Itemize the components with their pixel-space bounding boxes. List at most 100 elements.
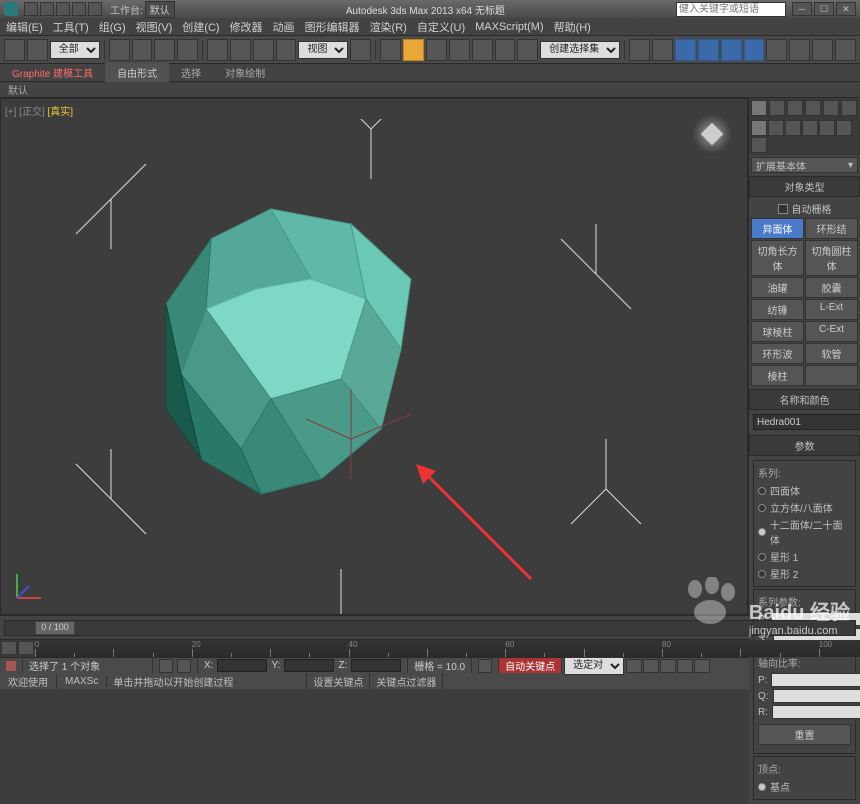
track-ruler[interactable]: 020406080100 [35, 640, 860, 657]
next-frame[interactable] [677, 659, 693, 673]
object-type-button-10[interactable]: 环形波 [751, 343, 804, 364]
edit-named-sel[interactable] [517, 39, 538, 61]
object-type-button-6[interactable]: 纺锤 [751, 299, 804, 320]
name-color-rollout-header[interactable]: 名称和颜色 [749, 389, 860, 410]
object-type-button-9[interactable]: C-Ext [805, 321, 858, 342]
object-type-button-1[interactable]: 环形结 [805, 218, 858, 239]
align-tool[interactable] [652, 39, 673, 61]
object-type-button-4[interactable]: 油罐 [751, 277, 804, 298]
parameters-rollout-header[interactable]: 参数 [749, 435, 860, 456]
qat-undo[interactable] [72, 2, 86, 16]
family-radio-3[interactable] [758, 553, 766, 561]
qr-spinner[interactable] [773, 689, 860, 703]
lights-tab[interactable] [785, 120, 801, 136]
manipulate-tool[interactable] [380, 39, 401, 61]
menu-item-8[interactable]: 渲染(R) [370, 19, 407, 35]
family-radio-0[interactable] [758, 487, 766, 495]
percent-snap[interactable] [472, 39, 493, 61]
object-type-button-3[interactable]: 切角圆柱体 [805, 240, 858, 276]
ribbon-tab-0[interactable]: Graphite 建模工具 [0, 63, 105, 82]
script-listener-icon[interactable] [6, 661, 16, 671]
spacewarps-tab[interactable] [836, 120, 852, 136]
menu-item-0[interactable]: 编辑(E) [6, 19, 43, 35]
basic-vertex-radio[interactable] [758, 783, 766, 791]
curve-editor[interactable] [721, 39, 742, 61]
object-type-button-0[interactable]: 异面体 [751, 218, 804, 239]
select-scale-tool[interactable] [253, 39, 274, 61]
help-search-input[interactable] [676, 2, 786, 17]
family-radio-2[interactable] [758, 528, 766, 536]
graphite-toggle[interactable] [698, 39, 719, 61]
modify-panel-tab[interactable] [769, 100, 785, 116]
welcome-tab[interactable]: 欢迎使用 [0, 674, 57, 689]
angle-snap[interactable] [449, 39, 470, 61]
goto-start[interactable] [626, 659, 642, 673]
workspace-selector[interactable]: 默认 [145, 1, 175, 18]
named-selection-sets[interactable]: 创建选择集 [540, 41, 620, 59]
menu-item-9[interactable]: 自定义(U) [417, 19, 465, 35]
autokey-toggle[interactable]: 自动关键点 [499, 658, 562, 673]
menu-item-10[interactable]: MAXScript(M) [475, 21, 543, 33]
utilities-panel-tab[interactable] [841, 100, 857, 116]
rendered-frame[interactable] [812, 39, 833, 61]
menu-item-7[interactable]: 图形编辑器 [305, 19, 360, 35]
object-type-button-11[interactable]: 软管 [805, 343, 858, 364]
pr-spinner[interactable] [771, 673, 860, 687]
reset-button[interactable]: 重置 [758, 724, 851, 745]
object-type-button-2[interactable]: 切角长方体 [751, 240, 804, 276]
z-coord[interactable] [351, 659, 401, 672]
maxscript-tab[interactable]: MAXSc [57, 676, 107, 687]
menu-item-11[interactable]: 帮助(H) [554, 19, 591, 35]
object-type-rollout-header[interactable]: 对象类型 [749, 176, 860, 197]
helpers-tab[interactable] [819, 120, 835, 136]
schematic-view[interactable] [744, 39, 765, 61]
adaptive-degradation[interactable] [478, 659, 492, 673]
qat-save[interactable] [56, 2, 70, 16]
viewcube[interactable] [687, 109, 737, 159]
select-object-tool[interactable] [109, 39, 130, 61]
object-type-button-7[interactable]: L-Ext [805, 299, 858, 320]
ribbon-tab-1[interactable]: 自由形式 [105, 63, 169, 82]
selection-lock[interactable] [159, 659, 173, 673]
autogrid-checkbox[interactable] [778, 204, 788, 214]
reference-coord[interactable]: 视图 [298, 41, 348, 59]
goto-end[interactable] [694, 659, 710, 673]
qat-redo[interactable] [88, 2, 102, 16]
create-panel-tab[interactable] [751, 100, 767, 116]
close-button[interactable]: ✕ [836, 2, 856, 16]
viewport[interactable]: [+] [正交] [真实] [0, 98, 748, 615]
snap-3d[interactable] [426, 39, 447, 61]
menu-item-3[interactable]: 视图(V) [136, 19, 173, 35]
family-radio-1[interactable] [758, 504, 766, 512]
object-name-field[interactable] [753, 414, 860, 430]
menu-item-4[interactable]: 创建(C) [182, 19, 219, 35]
setkey-button[interactable]: 设置关键点 [307, 673, 370, 689]
motion-panel-tab[interactable] [805, 100, 821, 116]
select-region-rect[interactable] [154, 39, 175, 61]
material-editor[interactable] [766, 39, 787, 61]
link-tool[interactable] [4, 39, 25, 61]
mirror-tool[interactable] [629, 39, 650, 61]
track-filter[interactable] [18, 641, 34, 655]
select-place-tool[interactable] [276, 39, 297, 61]
select-name-tool[interactable] [132, 39, 153, 61]
cameras-tab[interactable] [802, 120, 818, 136]
object-type-button-5[interactable]: 胶囊 [805, 277, 858, 298]
x-coord[interactable] [217, 659, 267, 672]
shapes-tab[interactable] [768, 120, 784, 136]
time-thumb[interactable]: 0 / 100 [35, 621, 75, 635]
track-mini-curve[interactable] [1, 641, 17, 655]
layer-manager[interactable] [675, 39, 696, 61]
family-radio-4[interactable] [758, 570, 766, 578]
object-type-button-12[interactable]: 棱柱 [751, 365, 804, 386]
qat-new[interactable] [24, 2, 38, 16]
viewport-label[interactable]: [+] [正交] [真实] [5, 103, 73, 118]
menu-item-1[interactable]: 工具(T) [53, 19, 89, 35]
keyboard-shortcut-toggle[interactable] [403, 39, 424, 61]
menu-item-6[interactable]: 动画 [273, 19, 295, 35]
unlink-tool[interactable] [27, 39, 48, 61]
ribbon-tab-3[interactable]: 对象绘制 [213, 63, 277, 82]
qat-open[interactable] [40, 2, 54, 16]
render-setup[interactable] [789, 39, 810, 61]
selection-filter[interactable]: 全部 [50, 41, 100, 59]
